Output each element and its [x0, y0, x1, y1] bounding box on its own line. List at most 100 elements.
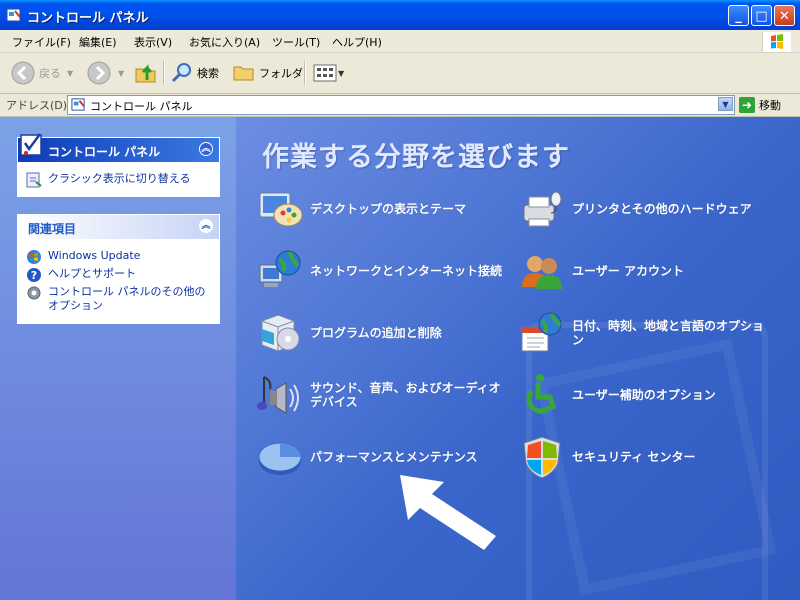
back-button[interactable]: 戻る ▼	[10, 58, 73, 88]
toolbar-separator	[163, 61, 165, 85]
switch-classic-view-label: クラシック表示に切り替える	[48, 172, 191, 185]
close-button[interactable]: ✕	[774, 5, 795, 26]
category-security-center[interactable]: セキュリティ センター	[518, 433, 778, 483]
control-panel-window: コントロール パネル _ □ ✕ ファイル(F) 編集(E) 表示(V) お気に…	[0, 0, 800, 600]
go-label: 移動	[759, 99, 781, 112]
category-label: ユーザー アカウント	[572, 264, 684, 278]
collapse-chevron-icon[interactable]: ︽	[199, 142, 213, 156]
forward-arrow-icon	[87, 61, 111, 85]
category-label: 日付、時刻、地域と言語のオプション	[572, 319, 765, 347]
help-support-label: ヘルプとサポート	[48, 267, 136, 280]
related-topics-title: 関連項目	[28, 222, 77, 236]
control-panel-panel-body: クラシック表示に切り替える	[18, 162, 219, 196]
desktop-theme-icon	[259, 192, 303, 227]
category-desktop-themes[interactable]: デスクトップの表示とテーマ	[256, 185, 516, 235]
address-label: アドレス(D)	[6, 99, 68, 112]
classic-view-icon	[26, 172, 42, 188]
control-panel-small-icon	[71, 98, 85, 111]
page-title: 作業する分野を選びます	[262, 142, 570, 173]
folders-label: フォルダ	[259, 67, 303, 80]
category-user-accounts[interactable]: ユーザー アカウント	[518, 247, 778, 297]
help-icon: ?	[27, 268, 41, 282]
views-dropdown-icon[interactable]: ▼	[338, 69, 344, 78]
control-panel-icon	[6, 8, 21, 22]
collapse-chevron-icon[interactable]: ︽	[199, 219, 213, 233]
related-topics-header[interactable]: 関連項目 ︽	[18, 215, 219, 239]
search-button[interactable]: 検索	[170, 58, 219, 88]
user-accounts-icon	[522, 256, 562, 289]
control-panel-large-icon	[20, 133, 42, 156]
category-sound-audio[interactable]: サウンド、音声、およびオーディオ デバイス	[256, 371, 516, 421]
windows-logo-icon	[762, 32, 791, 52]
category-label: プリンタとその他のハードウェア	[572, 202, 752, 216]
address-input[interactable]: コントロール パネル ▼	[67, 95, 735, 115]
category-label: プログラムの追加と削除	[310, 326, 442, 340]
window-title: コントロール パネル	[27, 11, 149, 26]
date-time-region-icon	[521, 312, 562, 352]
windows-update-label: Windows Update	[48, 249, 141, 262]
category-label: デスクトップの表示とテーマ	[310, 202, 467, 216]
category-label: ネットワークとインターネット接続	[310, 264, 503, 278]
menu-tools[interactable]: ツール(T)	[272, 34, 320, 50]
related-link-other-options[interactable]: コントロール パネルのその他のオプション	[26, 285, 211, 313]
related-link-help-support[interactable]: ? ヘルプとサポート	[26, 267, 211, 282]
menu-view[interactable]: 表示(V)	[134, 34, 172, 50]
address-dropdown-icon[interactable]: ▼	[718, 97, 733, 111]
forward-dropdown-icon[interactable]: ▼	[118, 69, 124, 78]
maximize-button[interactable]: □	[751, 5, 772, 26]
sound-icon	[257, 376, 299, 414]
pointer-arrow-annotation	[400, 475, 496, 550]
related-topics-body: Windows Update ? ヘルプとサポート コントロール パネルのその他…	[18, 239, 219, 323]
menu-file[interactable]: ファイル(F)	[12, 34, 71, 50]
go-arrow-icon: ➜	[739, 97, 755, 113]
control-panel-panel: コントロール パネル ︽ クラシック表示に切り替える	[17, 133, 220, 197]
back-arrow-icon	[11, 61, 35, 85]
control-panel-panel-header[interactable]: コントロール パネル ︽	[18, 133, 219, 162]
folders-button[interactable]: フォルダ	[232, 58, 303, 88]
category-date-time-region[interactable]: 日付、時刻、地域と言語のオプション	[518, 309, 778, 359]
left-task-pane: コントロール パネル ︽ クラシック表示に切り替える 関連項目 ︽ Window…	[0, 117, 236, 600]
switch-classic-view-link[interactable]: クラシック表示に切り替える	[26, 172, 211, 188]
printer-icon	[523, 191, 562, 227]
up-folder-icon	[135, 64, 156, 83]
toolbar: 戻る ▼ ▼ 検索 フォルダ ▼	[0, 53, 800, 94]
network-icon	[259, 250, 301, 287]
category-network-internet[interactable]: ネットワークとインターネット接続	[256, 247, 516, 297]
search-icon	[171, 63, 191, 83]
add-remove-programs-icon	[261, 314, 300, 352]
search-label: 検索	[197, 67, 219, 80]
security-center-icon	[523, 436, 561, 479]
control-panel-panel-title: コントロール パネル	[48, 145, 161, 159]
category-label: ユーザー補助のオプション	[572, 388, 716, 402]
related-link-windows-update[interactable]: Windows Update	[26, 249, 211, 264]
minimize-button[interactable]: _	[728, 5, 749, 26]
back-label: 戻る	[39, 67, 61, 80]
views-button[interactable]: ▼	[312, 58, 344, 88]
menu-bar: ファイル(F) 編集(E) 表示(V) お気に入り(A) ツール(T) ヘルプ(…	[0, 30, 800, 53]
windows-update-icon	[27, 250, 41, 264]
category-printers-hardware[interactable]: プリンタとその他のハードウェア	[518, 185, 778, 235]
address-value: コントロール パネル	[90, 100, 193, 113]
gear-icon	[27, 286, 41, 300]
category-view-pane: 作業する分野を選びます デスクトップの表示とテーマ プリンタとその他のハードウェ…	[236, 117, 800, 600]
views-icon	[313, 64, 337, 82]
menu-help[interactable]: ヘルプ(H)	[332, 34, 382, 50]
title-bar[interactable]: コントロール パネル _ □ ✕	[0, 0, 800, 30]
toolbar-separator	[304, 61, 306, 85]
svg-text:?: ?	[31, 269, 37, 282]
other-options-label: コントロール パネルのその他のオプション	[48, 285, 206, 312]
up-folder-button[interactable]	[133, 58, 159, 88]
category-add-remove-programs[interactable]: プログラムの追加と削除	[256, 309, 516, 359]
category-accessibility[interactable]: ユーザー補助のオプション	[518, 371, 778, 421]
related-topics-panel: 関連項目 ︽ Windows Update ? ヘルプとサポート コントロール …	[17, 214, 220, 324]
menu-edit[interactable]: 編集(E)	[79, 34, 117, 50]
category-label: サウンド、音声、およびオーディオ デバイス	[310, 381, 501, 409]
back-dropdown-icon[interactable]: ▼	[67, 69, 73, 78]
performance-icon	[258, 442, 302, 475]
go-button[interactable]: ➜ 移動	[739, 96, 781, 114]
menu-favorites[interactable]: お気に入り(A)	[189, 34, 260, 50]
address-bar: アドレス(D) コントロール パネル ▼ ➜ 移動	[0, 94, 800, 117]
forward-button[interactable]: ▼	[86, 58, 124, 88]
accessibility-icon	[526, 374, 557, 414]
folder-icon	[233, 66, 254, 81]
